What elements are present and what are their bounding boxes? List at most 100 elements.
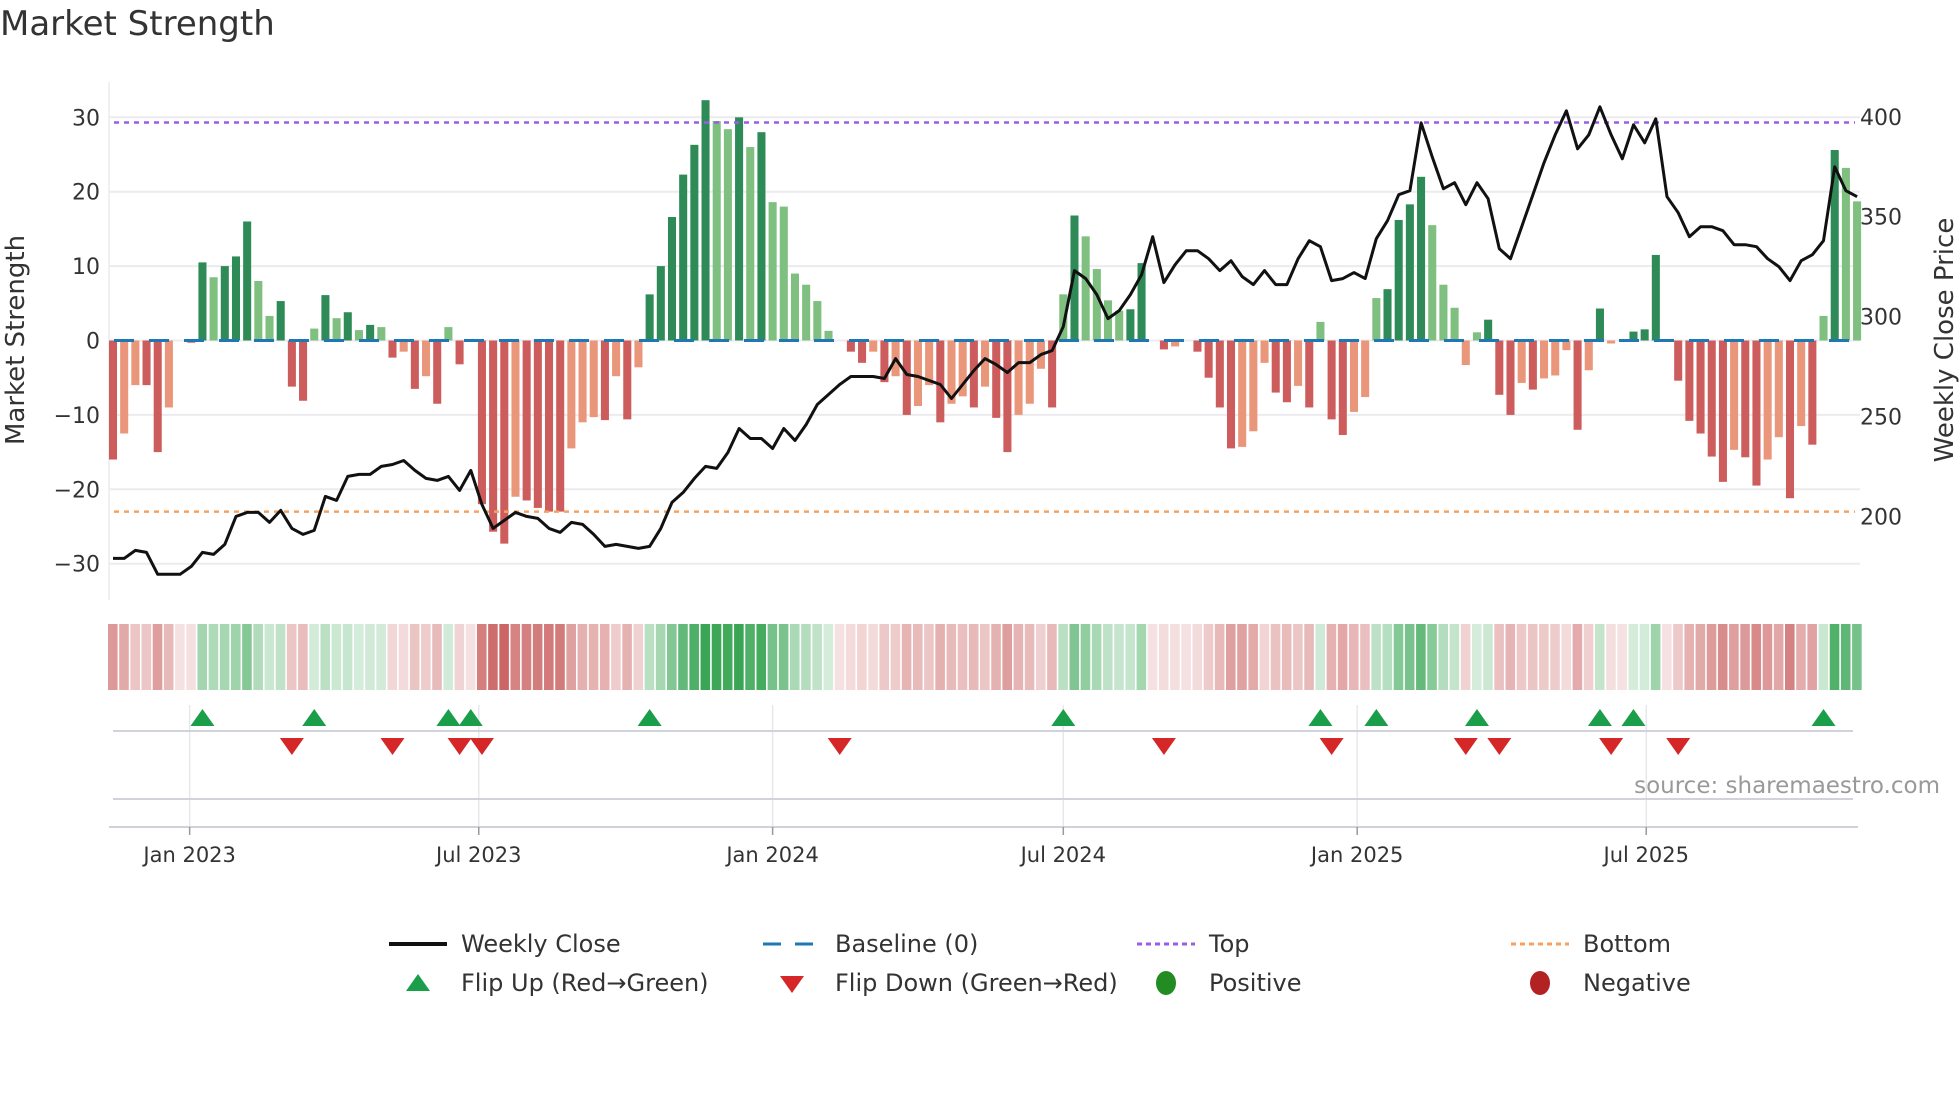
heat-cell <box>711 624 722 690</box>
flip-down-marker <box>1453 738 1478 755</box>
heat-cell <box>1427 624 1437 690</box>
heat-cell <box>510 624 521 690</box>
heat-cell <box>409 624 420 690</box>
strength-bar <box>1383 289 1392 341</box>
strength-bar <box>321 295 330 341</box>
strength-bar <box>1651 254 1660 341</box>
heat-cell <box>1293 624 1303 690</box>
strength-bar <box>869 340 878 352</box>
y-tick-label: −10 <box>54 404 100 429</box>
strength-heat-strip <box>108 624 1862 690</box>
heat-cell <box>1785 624 1795 690</box>
strength-bar <box>1785 340 1795 499</box>
heat-cell <box>186 624 196 690</box>
strength-bar <box>1394 219 1403 341</box>
heat-cell <box>1259 624 1270 690</box>
flip-up-marker <box>1587 709 1612 726</box>
strength-bar <box>1092 269 1101 341</box>
strength-bar <box>1282 340 1291 403</box>
x-tick-label: Jul 2023 <box>434 843 521 867</box>
y2-tick-label: 300 <box>1860 306 1902 331</box>
flip-up-marker <box>302 709 327 726</box>
strength-bar <box>1260 340 1269 363</box>
heat-cell <box>577 624 588 690</box>
heat-cell <box>163 624 174 690</box>
heat-cell <box>1706 624 1717 690</box>
legend-label: Flip Up (Red→Green) <box>461 969 709 997</box>
legend-negative: Negative <box>1511 969 1691 997</box>
strength-bar <box>332 318 341 341</box>
y2-tick-label: 200 <box>1860 505 1902 530</box>
heat-cell <box>432 624 442 690</box>
heat-cell <box>1304 624 1314 690</box>
heat-cell <box>208 624 219 690</box>
strength-bar <box>1763 340 1772 460</box>
heat-cell <box>1449 624 1460 690</box>
strength-bar <box>354 330 363 341</box>
strength-bar <box>220 266 229 341</box>
heat-cell <box>644 624 655 690</box>
strength-bar <box>1305 340 1314 408</box>
strength-bar <box>1696 340 1705 434</box>
legend-label: Bottom <box>1583 930 1672 958</box>
heat-cell <box>1471 624 1482 690</box>
strength-bar <box>500 340 509 544</box>
triangle-up-icon <box>406 974 430 991</box>
y-tick-label: 20 <box>72 181 100 206</box>
strength-bar <box>544 340 554 512</box>
strength-bar <box>567 340 576 449</box>
heat-cell <box>622 624 632 690</box>
strength-bar <box>198 262 207 341</box>
strength-bar <box>913 340 922 406</box>
heat-cell <box>1136 624 1147 690</box>
strength-bar <box>444 327 453 341</box>
heat-cell <box>1740 624 1750 690</box>
dashed-line-icon <box>763 942 821 946</box>
solid-line-icon <box>389 942 447 946</box>
heat-cell <box>152 624 163 690</box>
heat-cell <box>1214 624 1225 690</box>
flip-down-marker <box>1599 738 1624 755</box>
x-tick-label: Jul 2024 <box>1019 843 1106 867</box>
strength-bar <box>1417 176 1426 341</box>
strength-bar <box>667 216 677 341</box>
heat-cell <box>1527 624 1538 690</box>
heat-cell <box>1337 624 1348 690</box>
heat-cell <box>1751 624 1762 690</box>
strength-bar <box>1573 340 1582 430</box>
heat-cell <box>935 624 945 690</box>
strength-bar <box>299 340 308 401</box>
strength-bar <box>1126 309 1135 341</box>
strength-bar <box>936 340 945 423</box>
heat-cell <box>1650 624 1661 690</box>
heat-cell <box>756 624 767 690</box>
heat-cell <box>789 624 800 690</box>
heat-cell <box>1717 624 1728 690</box>
legend-label: Baseline (0) <box>835 930 979 958</box>
strength-bar <box>120 340 129 434</box>
strength-bar <box>1226 340 1236 449</box>
heat-cell <box>1393 624 1404 690</box>
strength-bar <box>1808 340 1817 445</box>
strength-bar <box>1338 340 1347 435</box>
strength-bar <box>1495 340 1504 395</box>
strength-bar <box>1450 307 1459 341</box>
heat-cell <box>1158 624 1169 690</box>
flip-down-marker <box>469 738 494 755</box>
strength-bar <box>1238 340 1247 447</box>
heat-cell <box>1181 624 1191 690</box>
heat-cell <box>1583 624 1594 690</box>
strength-bar <box>388 340 397 358</box>
strength-bar <box>1752 340 1761 486</box>
heat-cell <box>1460 624 1471 690</box>
circle-icon <box>1156 971 1176 995</box>
strength-bar <box>131 340 140 386</box>
legend-bottom: Bottom <box>1511 930 1671 958</box>
y2-tick-label: 250 <box>1860 406 1902 431</box>
strength-bar <box>846 340 855 352</box>
heat-cell <box>130 624 140 690</box>
strength-bar <box>410 340 419 389</box>
heat-cell <box>1639 624 1650 690</box>
strength-bar <box>1517 340 1526 383</box>
heat-cell <box>1829 624 1840 690</box>
